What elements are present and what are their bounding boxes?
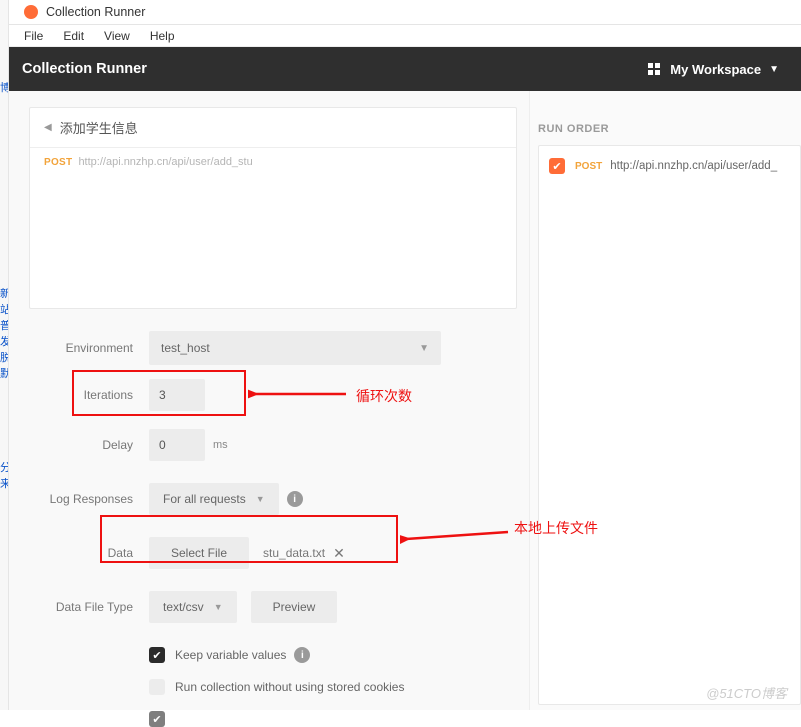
page-title: Collection Runner	[22, 61, 147, 77]
annotation-label-iterations: 循环次数	[356, 386, 412, 406]
row-iterations: Iterations	[29, 379, 517, 411]
chevron-down-icon: ▼	[769, 64, 779, 75]
run-check-icon[interactable]: ✔	[549, 158, 565, 174]
grid-icon	[648, 63, 660, 75]
run-order-item[interactable]: ✔ POST http://api.nnzhp.cn/api/user/add_	[539, 146, 800, 186]
collection-header[interactable]: ◀ 添加学生信息	[30, 108, 516, 148]
row-data: Data Select File stu_data.txt ✕	[29, 537, 517, 569]
iterations-input[interactable]	[149, 379, 205, 411]
workspace-name: My Workspace	[670, 62, 761, 77]
left-cutoff-strip: 博 新 站 普 发 脱 默 分 来	[0, 0, 9, 710]
chevron-left-icon: ◀	[44, 122, 52, 133]
watermark: @51CTO博客	[706, 683, 787, 702]
row-delay: Delay ms	[29, 429, 517, 461]
side-panel: RUN ORDER ✔ POST http://api.nnzhp.cn/api…	[529, 91, 801, 710]
menu-edit[interactable]: Edit	[53, 29, 94, 43]
delay-input[interactable]	[149, 429, 205, 461]
menu-view[interactable]: View	[94, 29, 140, 43]
chevron-down-icon: ▼	[256, 494, 265, 504]
workspace-header: Collection Runner My Workspace ▼	[0, 47, 801, 91]
titlebar: Collection Runner	[0, 0, 801, 25]
run-method: POST	[575, 161, 602, 172]
label-dft: Data File Type	[29, 600, 149, 614]
environment-select[interactable]: test_host ▼	[149, 331, 441, 365]
data-filename: stu_data.txt	[263, 546, 325, 560]
select-file-button[interactable]: Select File	[149, 537, 249, 569]
data-file-type-select[interactable]: text/csv ▼	[149, 591, 237, 623]
collection-card: ◀ 添加学生信息 POST http://api.nnzhp.cn/api/us…	[29, 107, 517, 309]
label-data: Data	[29, 546, 149, 560]
app-icon	[24, 5, 38, 19]
request-method: POST	[44, 157, 72, 168]
window-title: Collection Runner	[46, 5, 145, 19]
request-url: http://api.nnzhp.cn/api/user/add_stu	[78, 156, 252, 168]
log-responses-value: For all requests	[163, 492, 246, 506]
opt-cutoff[interactable]: ✔ x	[149, 711, 517, 727]
info-icon[interactable]: i	[287, 491, 303, 507]
row-data-file-type: Data File Type text/csv ▼ Preview	[29, 591, 517, 623]
run-order-heading: RUN ORDER	[530, 123, 801, 145]
workspace-switcher[interactable]: My Workspace ▼	[648, 62, 779, 77]
chevron-down-icon: ▼	[214, 602, 223, 612]
run-url: http://api.nnzhp.cn/api/user/add_	[610, 160, 777, 172]
checkbox-cutoff[interactable]: ✔	[149, 711, 165, 727]
opt-keep-vars-label: Keep variable values	[175, 648, 286, 662]
log-responses-select[interactable]: For all requests ▼	[149, 483, 279, 515]
label-log-responses: Log Responses	[29, 492, 149, 506]
annotation-label-data: 本地上传文件	[514, 518, 598, 538]
run-order-card: ✔ POST http://api.nnzhp.cn/api/user/add_	[538, 145, 801, 705]
request-row[interactable]: POST http://api.nnzhp.cn/api/user/add_st…	[30, 148, 516, 176]
dft-value: text/csv	[163, 600, 204, 614]
menubar: File Edit View Help	[0, 25, 801, 47]
menu-help[interactable]: Help	[140, 29, 185, 43]
menu-file[interactable]: File	[14, 29, 53, 43]
preview-button[interactable]: Preview	[251, 591, 338, 623]
label-iterations: Iterations	[29, 388, 149, 402]
environment-value: test_host	[161, 341, 210, 355]
opt-no-cookies-label: Run collection without using stored cook…	[175, 680, 404, 694]
main-panel: ◀ 添加学生信息 POST http://api.nnzhp.cn/api/us…	[9, 91, 529, 710]
checkbox-keep-vars[interactable]: ✔	[149, 647, 165, 663]
info-icon[interactable]: i	[294, 647, 310, 663]
clear-file-button[interactable]: ✕	[333, 545, 345, 562]
row-environment: Environment test_host ▼	[29, 331, 517, 365]
opt-no-cookies[interactable]: Run collection without using stored cook…	[149, 679, 517, 695]
label-environment: Environment	[29, 341, 149, 355]
row-log-responses: Log Responses For all requests ▼ i	[29, 483, 517, 515]
checkbox-no-cookies[interactable]	[149, 679, 165, 695]
collection-name: 添加学生信息	[60, 118, 138, 137]
chevron-down-icon: ▼	[419, 343, 429, 354]
delay-units: ms	[213, 439, 228, 451]
opt-keep-vars[interactable]: ✔ Keep variable values i	[149, 647, 517, 663]
label-delay: Delay	[29, 438, 149, 452]
